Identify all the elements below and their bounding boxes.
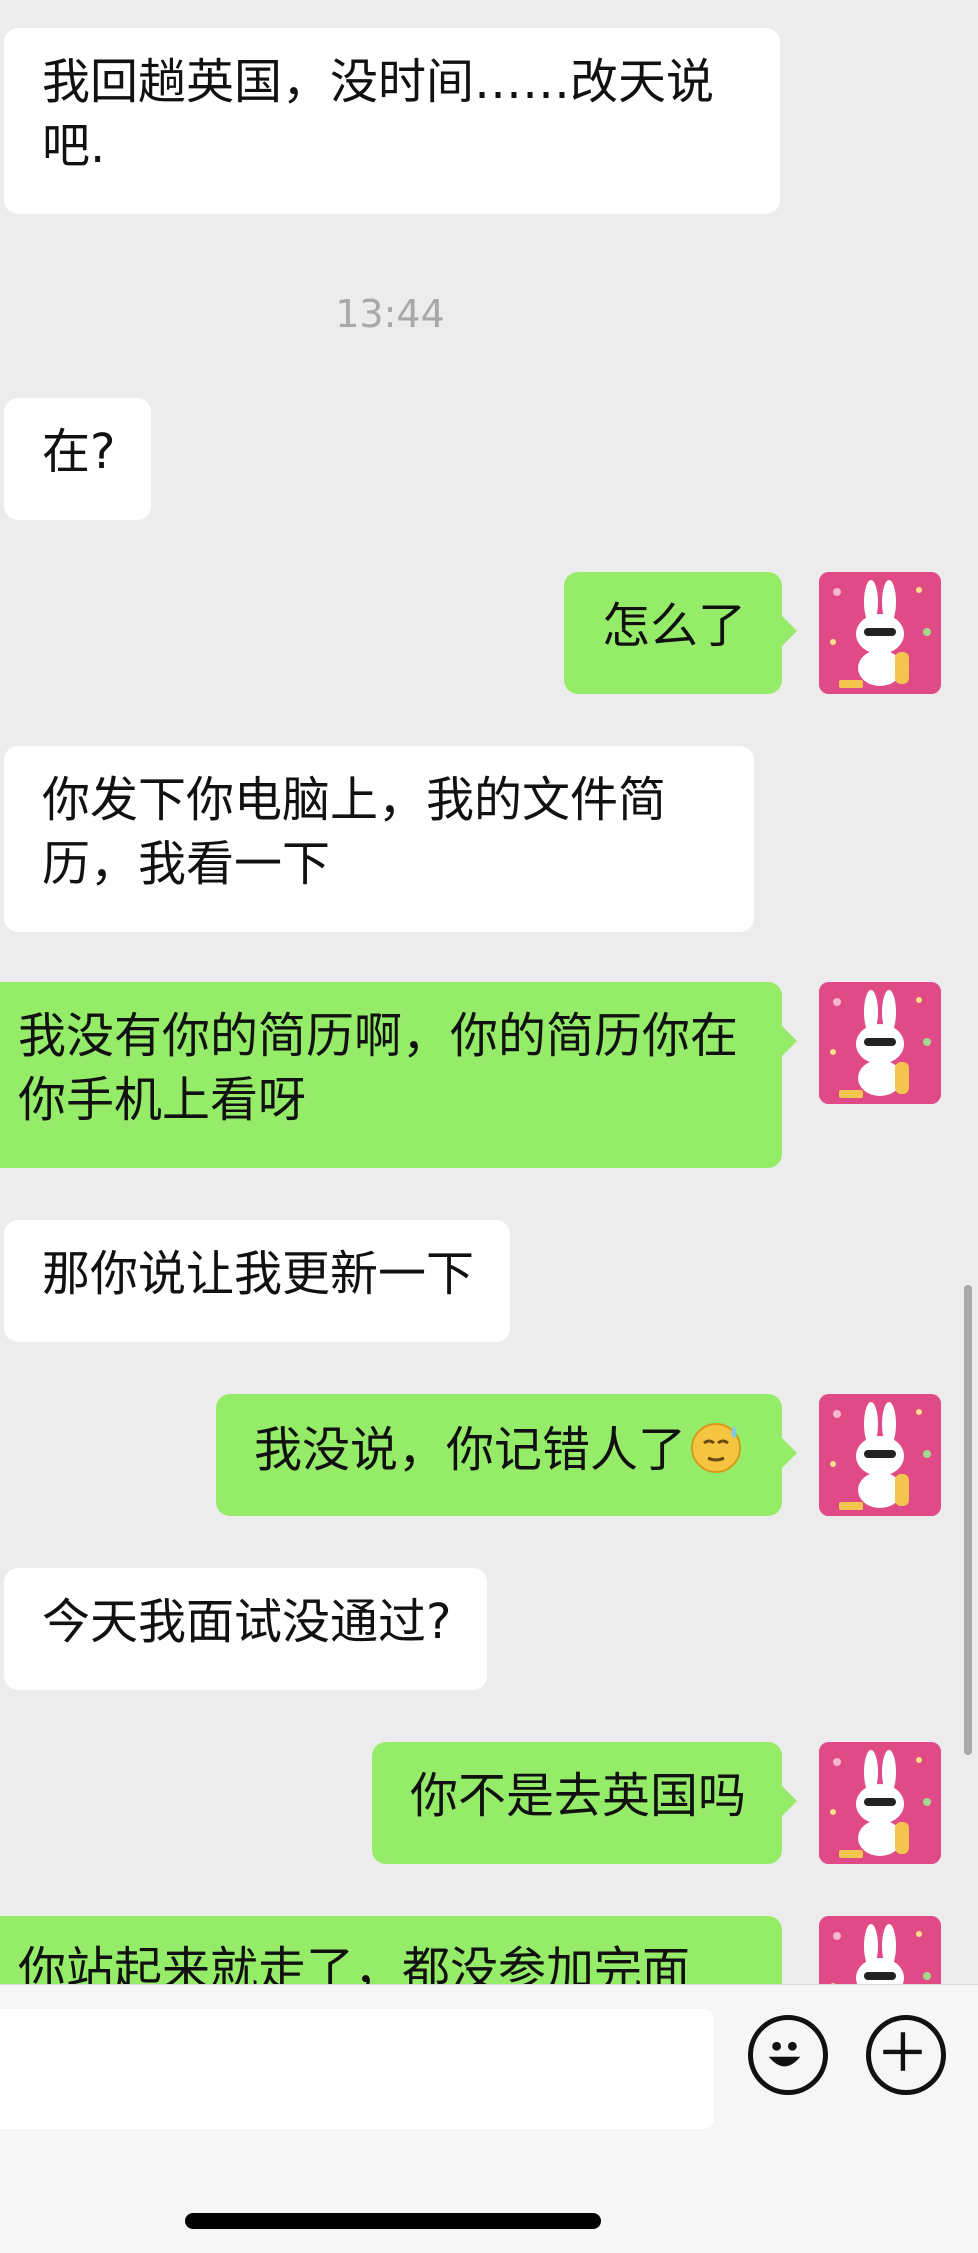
message-text: 今天我面试没通过? <box>4 1568 488 1690</box>
avatar[interactable] <box>819 1394 941 1516</box>
message-bubble: 我没说，你记错人了 <box>215 1394 798 1516</box>
sweat-smile-emoji-icon <box>686 1416 746 1492</box>
avatar[interactable] <box>819 982 941 1104</box>
message-text: 我没说，你记错人了 <box>253 1422 686 1478</box>
plus-icon <box>883 2032 922 2071</box>
bunny-avatar-image <box>819 1916 941 1984</box>
message-outgoing: 你站起来就走了，都没参加完面 <box>0 1916 782 1984</box>
message-outgoing: 你不是去英国吗 <box>371 1742 798 1864</box>
time-divider: 13:44 <box>335 292 445 336</box>
avatar[interactable] <box>819 1916 941 1984</box>
message-incoming: 你发下你电脑上，我的文件简历，我看一下 <box>4 746 754 932</box>
home-indicator <box>185 2213 601 2229</box>
more-button[interactable] <box>866 2015 946 2095</box>
message-incoming: 在? <box>4 398 152 520</box>
message-text: 那你说让我更新一下 <box>4 1220 511 1342</box>
message-text: 你发下你电脑上，我的文件简历，我看一下 <box>4 746 754 932</box>
message-input[interactable] <box>0 2009 714 2129</box>
smiley-icon <box>768 2041 801 2067</box>
message-text: 我回趟英国，没时间……改天说吧. <box>4 28 780 214</box>
message-incoming: 今天我面试没通过? <box>4 1568 488 1690</box>
message-text: 我没有你的简历啊，你的简历你在你手机上看呀 <box>0 982 797 1168</box>
message-text: 你站起来就走了，都没参加完面 <box>0 1916 782 1984</box>
message-incoming: 那你说让我更新一下 <box>4 1220 511 1342</box>
bunny-avatar-image <box>819 982 941 1104</box>
avatar[interactable] <box>819 1742 941 1864</box>
avatar[interactable] <box>819 572 941 694</box>
message-text: 你不是去英国吗 <box>371 1742 798 1864</box>
bunny-avatar-image <box>819 572 941 694</box>
message-text: 在? <box>4 398 152 520</box>
input-bar <box>0 1984 978 2253</box>
message-outgoing: 怎么了 <box>563 572 798 694</box>
message-incoming: 我回趟英国，没时间……改天说吧. <box>4 28 780 214</box>
bunny-avatar-image <box>819 1742 941 1864</box>
message-outgoing: 我没有你的简历啊，你的简历你在你手机上看呀 <box>0 982 797 1168</box>
emoji-button[interactable] <box>748 2015 828 2095</box>
bunny-avatar-image <box>819 1394 941 1516</box>
scrollbar[interactable] <box>964 1285 972 1755</box>
chat-area: 我回趟英国，没时间……改天说吧. 13:44 在? 怎么了 你发下你电脑上，我的… <box>0 0 978 1984</box>
message-text: 怎么了 <box>563 572 798 694</box>
message-outgoing: 我没说，你记错人了 <box>215 1394 798 1516</box>
